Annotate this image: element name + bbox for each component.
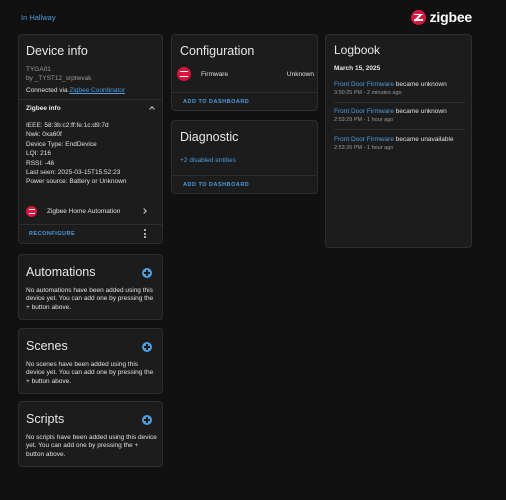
integration-label: Zigbee Home Automation bbox=[47, 207, 121, 215]
log-message: became unknown bbox=[393, 81, 447, 88]
diagnostic-title: Diagnostic bbox=[180, 130, 239, 144]
zigbee-info-line: Device Type: EndDevice bbox=[26, 140, 97, 148]
scenes-title: Scenes bbox=[26, 339, 68, 353]
logbook-date: March 15, 2025 bbox=[334, 65, 381, 72]
configuration-card: Configuration Firmware Unknown ADD TO DA… bbox=[171, 34, 318, 111]
log-time: 2:53:29 PM - 1 hour ago bbox=[334, 117, 394, 123]
zigbee-firmware-icon bbox=[177, 67, 191, 81]
device-info-card: Device info TYGA01 by _TYST12_srptwvak C… bbox=[18, 34, 163, 244]
firmware-label: Firmware bbox=[201, 70, 229, 78]
add-scene-icon[interactable] bbox=[142, 342, 152, 352]
zigbee-info-line: Nwk: 0xa60f bbox=[26, 131, 62, 139]
add-script-icon[interactable] bbox=[142, 415, 152, 425]
chevron-right-icon bbox=[141, 208, 147, 214]
scripts-empty-text: No scripts have been added using this de… bbox=[26, 434, 157, 458]
coordinator-link[interactable]: Zigbee Coordinator bbox=[69, 87, 125, 94]
top-bar: In Hallway zigbee bbox=[0, 0, 506, 34]
reconfigure-button[interactable]: RECONFIGURE bbox=[29, 231, 75, 237]
device-model: TYGA01 bbox=[26, 66, 51, 73]
scripts-card: Scripts No scripts have been added using… bbox=[18, 401, 163, 467]
log-entity-link[interactable]: Front Door Firmware bbox=[334, 136, 394, 143]
divider bbox=[172, 175, 317, 176]
log-message: became unavailable bbox=[393, 136, 454, 143]
diagnostic-card: Diagnostic +2 disabled entities ADD TO D… bbox=[171, 120, 318, 194]
divider bbox=[19, 224, 162, 225]
divider bbox=[334, 129, 465, 130]
log-entity-link[interactable]: Front Door Firmware bbox=[334, 81, 394, 88]
automations-card: Automations No automations have been add… bbox=[18, 254, 163, 320]
zigbee-info-title: Zigbee info bbox=[26, 105, 61, 112]
firmware-value: Unknown bbox=[286, 70, 314, 78]
connected-via: Connected via Zigbee Coordinator bbox=[26, 87, 125, 94]
breadcrumb-area-link[interactable]: In Hallway bbox=[21, 13, 56, 22]
disabled-entities-link[interactable]: +2 disabled entities bbox=[180, 157, 236, 164]
divider bbox=[172, 92, 317, 93]
zigbee-integration-icon bbox=[26, 205, 37, 217]
add-automation-icon[interactable] bbox=[142, 268, 152, 278]
chevron-up-icon bbox=[149, 106, 155, 112]
connected-via-label: Connected via bbox=[26, 87, 70, 94]
firmware-row[interactable]: Firmware Unknown bbox=[177, 66, 314, 82]
device-info-title: Device info bbox=[26, 44, 88, 58]
config-add-to-dashboard-button[interactable]: ADD TO DASHBOARD bbox=[183, 99, 249, 105]
configuration-title: Configuration bbox=[180, 44, 255, 58]
divider bbox=[19, 99, 162, 100]
log-message: became unknown bbox=[393, 108, 447, 115]
logbook-card: Logbook March 15, 2025 Front Door Firmwa… bbox=[325, 34, 472, 248]
zigbee-info-line: IEEE: 58:3b:c2:ff:fe:1c:d9:7d bbox=[26, 122, 109, 129]
zigbee-info-line: Last seen: 2025-03-15T15:52:23 bbox=[26, 169, 121, 177]
log-entry: Front Door Firmware became unknown 3:50:… bbox=[334, 80, 466, 97]
zigbee-info-line: LQI: 216 bbox=[26, 150, 51, 158]
zigbee-info-line: RSSI: -46 bbox=[26, 159, 55, 167]
zigbee-logo-icon bbox=[410, 9, 426, 25]
device-manufacturer: by _TYST12_srptwvak bbox=[26, 75, 92, 82]
log-time: 2:53:26 PM - 1 hour ago bbox=[334, 145, 394, 151]
automations-empty-text: No automations have been added using thi… bbox=[26, 287, 154, 311]
brand-logo: zigbee bbox=[410, 9, 473, 25]
log-entry: Front Door Firmware became unavailable 2… bbox=[334, 135, 466, 152]
log-entry: Front Door Firmware became unknown 2:53:… bbox=[334, 107, 466, 124]
scenes-empty-text: No scenes have been added using this dev… bbox=[26, 361, 154, 385]
diagnostic-add-to-dashboard-button[interactable]: ADD TO DASHBOARD bbox=[183, 182, 249, 188]
scenes-card: Scenes No scenes have been added using t… bbox=[18, 328, 163, 394]
integration-row[interactable]: Zigbee Home Automation bbox=[26, 203, 158, 219]
logbook-title: Logbook bbox=[334, 43, 381, 57]
zigbee-info-toggle[interactable]: Zigbee info bbox=[26, 105, 158, 117]
automations-title: Automations bbox=[26, 265, 96, 279]
brand-name: zigbee bbox=[429, 9, 473, 25]
zigbee-info-list: IEEE: 58:3b:c2:ff:fe:1c:d9:7d Nwk: 0xa60… bbox=[26, 121, 126, 187]
scripts-title: Scripts bbox=[26, 412, 65, 426]
log-time: 3:50:25 PM - 2 minutes ago bbox=[334, 90, 402, 96]
zigbee-info-line: Power source: Battery or Unknown bbox=[26, 178, 127, 186]
log-entity-link[interactable]: Front Door Firmware bbox=[334, 108, 394, 115]
more-options-icon[interactable] bbox=[144, 229, 147, 239]
divider bbox=[334, 102, 465, 103]
